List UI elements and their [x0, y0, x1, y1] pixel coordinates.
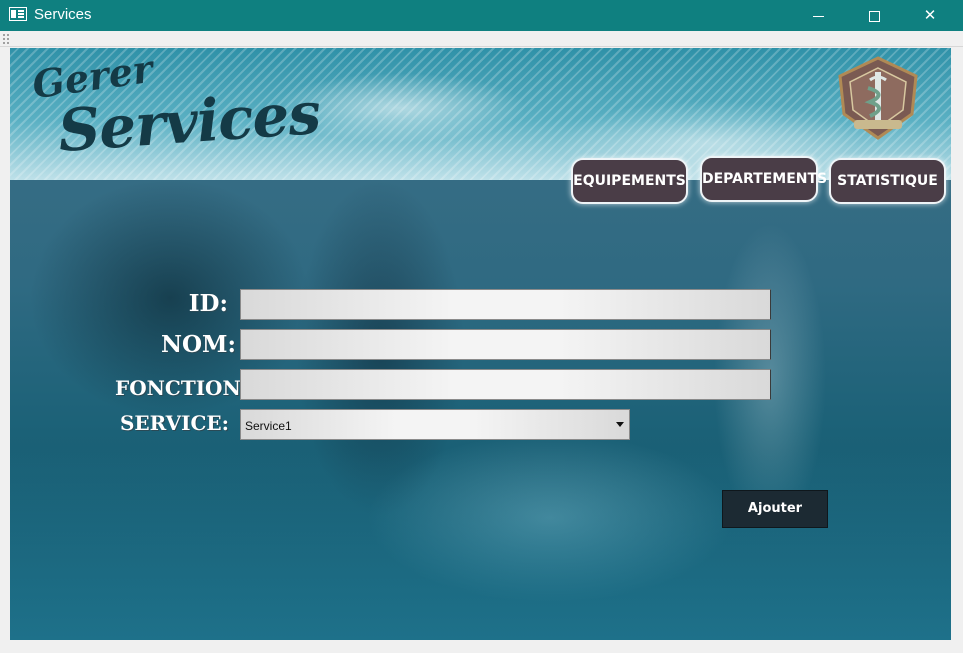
title-bar: Services ✕	[0, 0, 963, 31]
service-selected-value: Service1	[245, 419, 292, 433]
app-window-icon	[9, 7, 27, 21]
header-banner: Gerer Services EQUIPEMENTS DEPARTEMENTS …	[10, 48, 951, 204]
maximize-button[interactable]	[849, 0, 899, 31]
menu-strip	[0, 31, 963, 47]
window-title: Services	[34, 6, 92, 23]
background-image	[10, 448, 951, 640]
medical-emblem-icon	[838, 56, 918, 140]
maximize-icon	[868, 10, 880, 22]
close-icon: ✕	[923, 7, 937, 24]
id-field[interactable]	[240, 289, 771, 320]
id-label: ID:	[188, 290, 228, 317]
nav-statistique-button[interactable]: STATISTIQUE	[829, 158, 946, 204]
nav-departements-button[interactable]: DEPARTEMENTS	[700, 156, 827, 202]
nav-equipements-button[interactable]: EQUIPEMENTS	[571, 158, 688, 204]
close-button[interactable]: ✕	[905, 0, 955, 31]
nom-field[interactable]	[240, 329, 771, 360]
fonction-label: FONCTION:	[115, 376, 248, 400]
service-dropdown[interactable]: Service1	[240, 409, 630, 440]
minimize-button[interactable]	[793, 0, 843, 31]
dropdown-arrow-icon	[616, 422, 624, 427]
service-label: SERVICE:	[119, 411, 229, 435]
main-panel: Gerer Services EQUIPEMENTS DEPARTEMENTS …	[10, 48, 951, 640]
minimize-icon	[812, 15, 824, 17]
grip-handle-icon[interactable]	[3, 34, 9, 44]
fonction-field[interactable]	[240, 369, 771, 400]
ajouter-button[interactable]: Ajouter	[722, 490, 828, 528]
nom-label: NOM:	[160, 331, 236, 358]
